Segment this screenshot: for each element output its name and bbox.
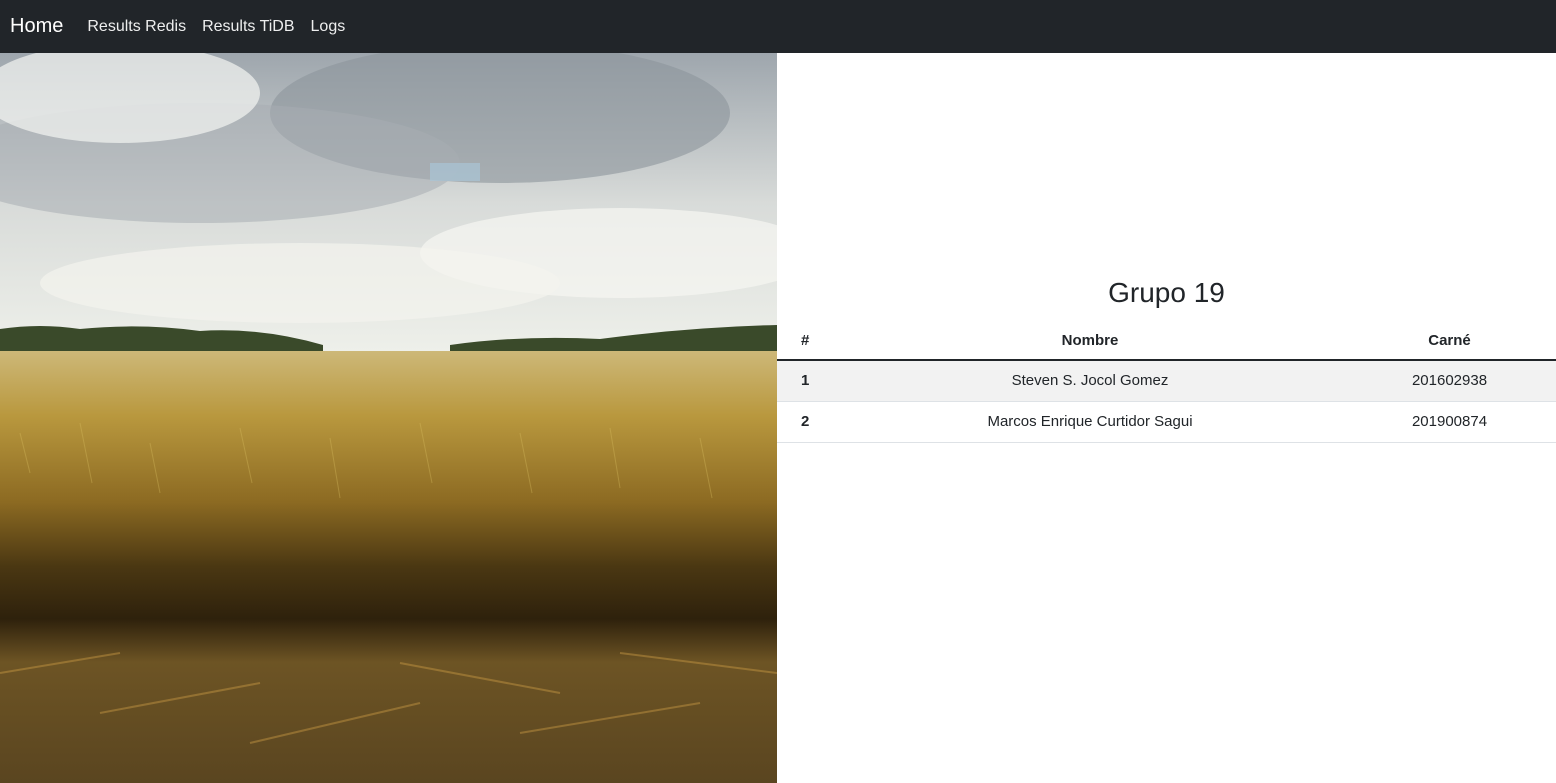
header-nombre: Nombre: [837, 321, 1343, 361]
top-navbar: Home Results Redis Results TiDB Logs: [0, 0, 1556, 53]
table-header-row: # Nombre Carné: [777, 321, 1556, 361]
table-row: 2 Marcos Enrique Curtidor Sagui 20190087…: [777, 401, 1556, 443]
row-carne: 201602938: [1343, 360, 1556, 402]
header-carne: Carné: [1343, 321, 1556, 361]
group-panel: Grupo 19 # Nombre Carné 1 Steven S. Joco…: [777, 53, 1556, 783]
row-carne: 201900874: [1343, 401, 1556, 443]
row-number: 1: [777, 360, 837, 402]
row-number: 2: [777, 401, 837, 443]
logs-link[interactable]: Logs: [311, 18, 346, 36]
home-link[interactable]: Home: [10, 15, 63, 38]
table-row: 1 Steven S. Jocol Gomez 201602938: [777, 360, 1556, 402]
results-redis-link[interactable]: Results Redis: [87, 18, 186, 36]
row-name: Steven S. Jocol Gomez: [837, 360, 1343, 402]
wheat-field-illustration: [0, 53, 777, 783]
row-name: Marcos Enrique Curtidor Sagui: [837, 401, 1343, 443]
header-number: #: [777, 321, 837, 361]
hero-image: [0, 53, 777, 783]
group-title: Grupo 19: [1108, 277, 1225, 308]
results-tidb-link[interactable]: Results TiDB: [202, 18, 294, 36]
members-table: # Nombre Carné 1 Steven S. Jocol Gomez 2…: [777, 321, 1556, 443]
